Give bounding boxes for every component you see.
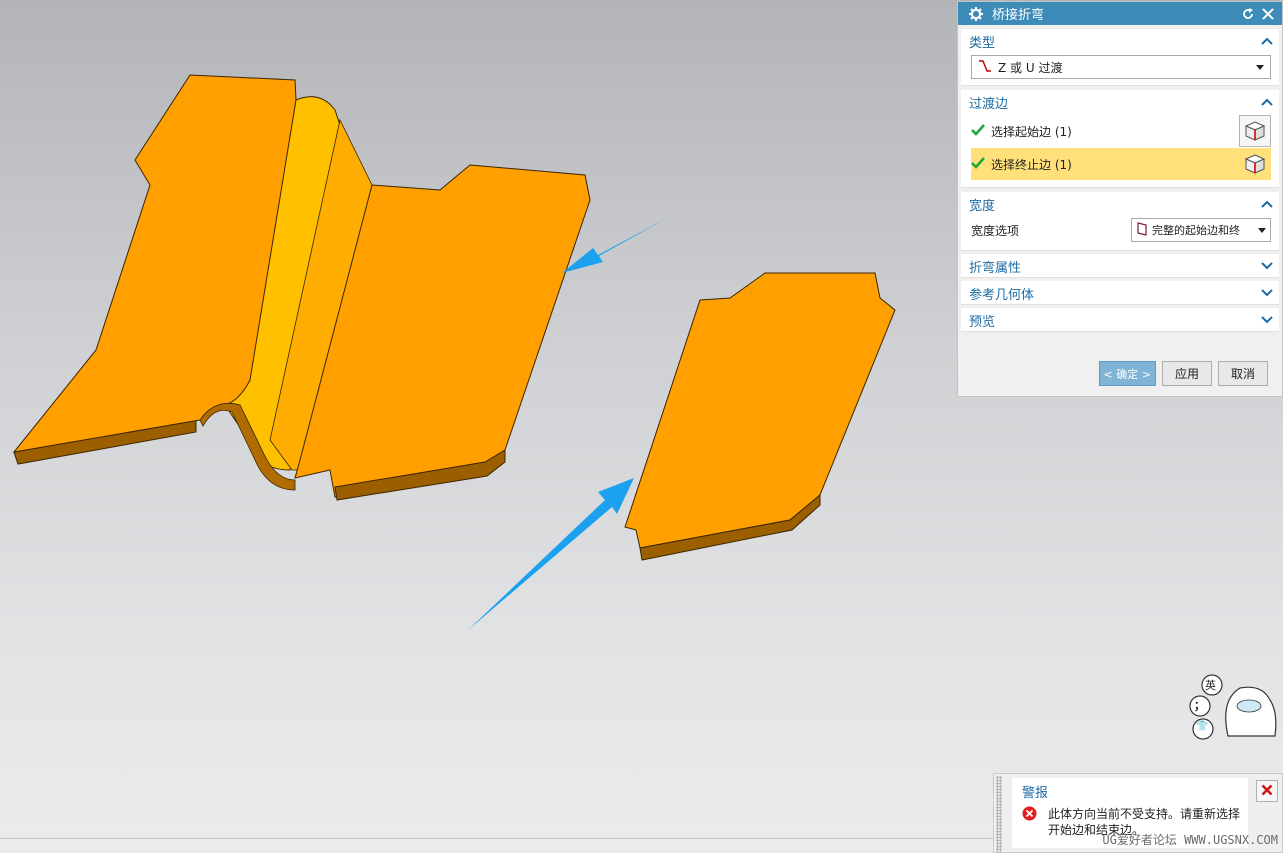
forum-watermark: UG爱好者论坛 WWW.UGSNX.COM xyxy=(1102,833,1278,847)
bent-sheet-metal-part[interactable] xyxy=(12,74,591,501)
chevron-down-icon[interactable] xyxy=(1261,313,1273,327)
z-transition-icon xyxy=(978,59,992,75)
type-section: 类型 Z 或 U 过渡 xyxy=(961,29,1279,86)
status-divider xyxy=(0,838,993,839)
reference-geometry-section[interactable]: 参考几何体 xyxy=(961,281,1279,305)
mascot-bubble-skin-text: 👕 xyxy=(1196,721,1209,732)
reference-geometry-label: 参考几何体 xyxy=(969,287,1035,303)
edges-section-header[interactable]: 过渡边 xyxy=(961,90,1279,114)
select-end-edge-row[interactable]: 选择终止边 (1) xyxy=(971,148,1271,180)
transition-edges-section: 过渡边 选择起始边 (1) 选择终止边 (1) xyxy=(961,90,1279,188)
chevron-down-icon[interactable] xyxy=(1261,286,1273,300)
apply-button[interactable]: 应用 xyxy=(1161,361,1212,386)
width-section-label: 宽度 xyxy=(969,198,996,214)
reset-icon[interactable] xyxy=(1240,6,1256,22)
chevron-up-icon[interactable] xyxy=(1261,34,1273,48)
select-object-cube-icon[interactable] xyxy=(1239,115,1271,147)
select-end-edge-label: 选择终止边 (1) xyxy=(991,157,1072,172)
select-start-edge-row[interactable]: 选择起始边 (1) xyxy=(971,115,1271,147)
width-option-value: 完整的起始边和终 xyxy=(1152,224,1240,237)
width-section-header[interactable]: 宽度 xyxy=(961,192,1279,216)
width-option-dropdown[interactable]: 完整的起始边和终 xyxy=(1131,218,1271,242)
chevron-down-icon[interactable] xyxy=(1261,259,1273,273)
chevron-up-icon[interactable] xyxy=(1261,95,1273,109)
alert-close-button[interactable] xyxy=(1256,780,1278,802)
full-edge-icon xyxy=(1136,221,1148,239)
preview-section[interactable]: 预览 xyxy=(961,308,1279,332)
dialog-title: 桥接折弯 xyxy=(992,8,1045,23)
error-icon xyxy=(1022,806,1037,824)
width-option-label: 宽度选项 xyxy=(971,223,1020,238)
close-icon xyxy=(1261,784,1273,799)
select-start-edge-label: 选择起始边 (1) xyxy=(991,124,1072,139)
mascot-bubble-lang-text: 英 xyxy=(1205,679,1216,692)
bend-properties-section[interactable]: 折弯属性 xyxy=(961,254,1279,278)
type-section-header[interactable]: 类型 xyxy=(961,29,1279,53)
edges-section-label: 过渡边 xyxy=(969,96,1009,112)
select-object-cube-icon[interactable] xyxy=(1239,148,1271,180)
dropdown-arrow-icon[interactable] xyxy=(1256,60,1264,74)
chevron-up-icon[interactable] xyxy=(1261,197,1273,211)
dialog-titlebar[interactable]: 桥接折弯 xyxy=(958,2,1282,25)
cancel-button[interactable]: 取消 xyxy=(1217,361,1268,386)
gear-icon[interactable] xyxy=(968,6,984,22)
annotation-arrow-lower xyxy=(468,478,634,630)
type-dropdown[interactable]: Z 或 U 过渡 xyxy=(971,55,1271,79)
alert-grip-handle[interactable] xyxy=(996,776,1002,852)
alert-panel: 警报 此体方向当前不受支持。请重新选择开始边和结束边。 UG爱好者论坛 WWW.… xyxy=(993,773,1283,853)
alert-title: 警报 xyxy=(1022,786,1049,801)
width-section: 宽度 宽度选项 完整的起始边和终 xyxy=(961,192,1279,251)
close-icon[interactable] xyxy=(1260,6,1276,22)
type-section-label: 类型 xyxy=(969,35,996,51)
flat-sheet-metal-part[interactable] xyxy=(624,272,896,561)
ok-button[interactable]: < 确定 > xyxy=(1098,361,1156,386)
checkmark-icon xyxy=(971,156,985,172)
bridge-bend-dialog: 桥接折弯 类型 Z 或 U 过渡 过渡边 选择起始边 (1) 选择终止边 (1)… xyxy=(957,1,1283,397)
dropdown-arrow-icon[interactable] xyxy=(1258,224,1266,237)
dialog-button-bar: < 确定 > 应用 取消 xyxy=(1098,361,1268,386)
mascot-bubble-punct-text: ； xyxy=(1194,699,1205,712)
preview-label: 预览 xyxy=(969,314,996,330)
bend-properties-label: 折弯属性 xyxy=(969,260,1022,276)
type-dropdown-value: Z 或 U 过渡 xyxy=(998,60,1063,75)
checkmark-icon xyxy=(971,123,985,139)
